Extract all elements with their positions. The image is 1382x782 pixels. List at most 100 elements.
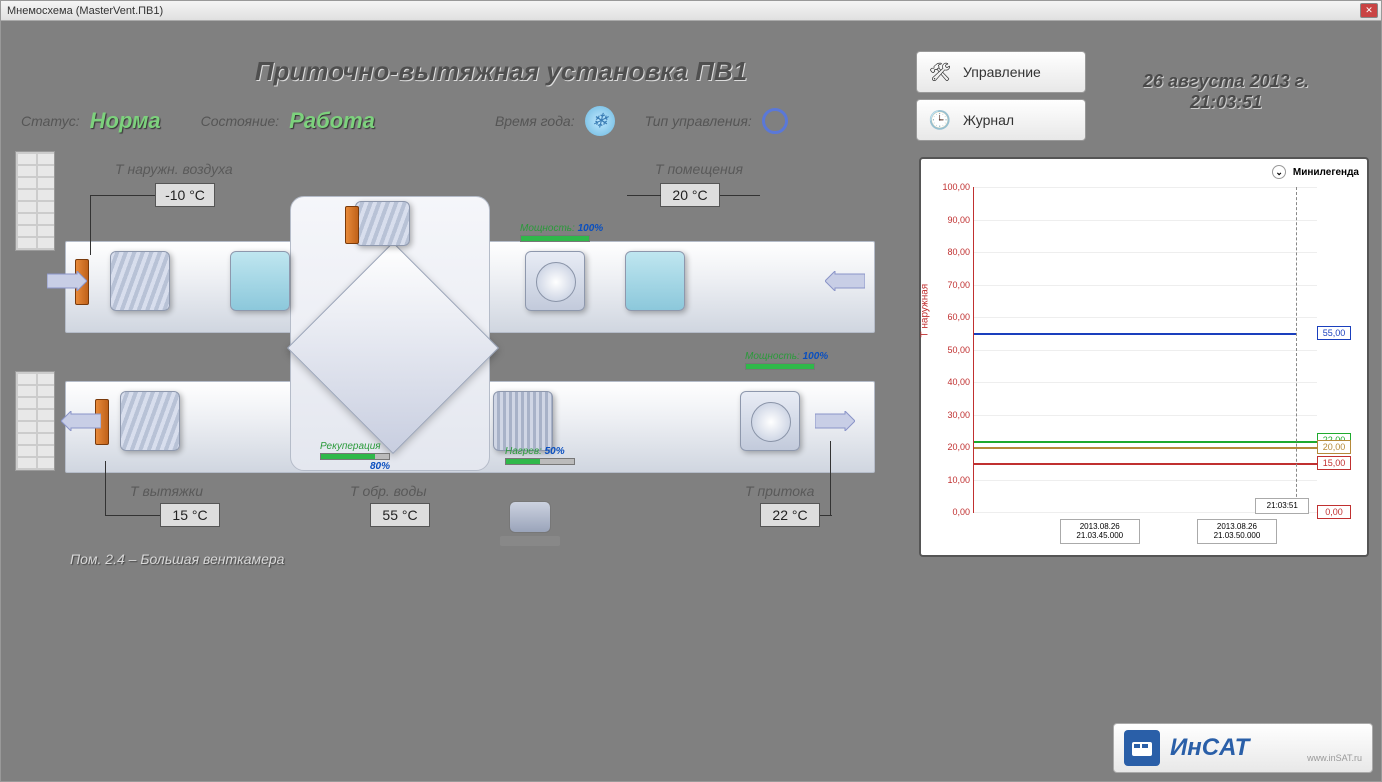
y-tick-label: 30,00 [934, 410, 974, 420]
heat-label: Нагрев: 50% [505, 446, 565, 457]
gridline [974, 317, 1317, 318]
arrow-right-icon [815, 411, 855, 431]
y-tick-label: 80,00 [934, 247, 974, 257]
control-type-label: Тип управления: [645, 113, 752, 129]
state-label: Состояние: [201, 113, 280, 129]
series-line [974, 441, 1317, 443]
wall-segment [15, 151, 55, 251]
gridline [974, 187, 1317, 188]
gridline [974, 415, 1317, 416]
outdoor-temp-value[interactable]: -10 °C [155, 183, 215, 207]
wall-segment [15, 371, 55, 471]
sensor-connector [830, 441, 831, 516]
gridline [974, 252, 1317, 253]
time-cursor-label: 21:03:51 [1255, 498, 1309, 514]
y-tick-label: 10,00 [934, 475, 974, 485]
exhaust-temp-label: Т вытяжки [130, 483, 203, 499]
gridline [974, 220, 1317, 221]
gridline [974, 285, 1317, 286]
y-tick-label: 100,00 [934, 182, 974, 192]
series-line [974, 333, 1296, 335]
x-tick-label: 2013.08.2621.03.45.000 [1060, 519, 1140, 544]
logo-url: www.inSAT.ru [1307, 753, 1362, 763]
journal-button[interactable]: 🕒 Журнал [916, 99, 1086, 141]
supply-fan-icon [525, 251, 585, 311]
gridline [974, 480, 1317, 481]
series-value-tag: 15,00 [1317, 456, 1351, 470]
trend-chart-panel: ⌄ Минилегенда Т наружная 0,0010,0020,003… [919, 157, 1369, 557]
room-temp-value[interactable]: 20 °C [660, 183, 720, 207]
time-cursor-line [1296, 187, 1297, 512]
gridline [974, 350, 1317, 351]
x-tick-label: 2013.08.2621.03.50.000 [1197, 519, 1277, 544]
status-value: Норма [90, 108, 161, 134]
y-tick-label: 0,00 [934, 507, 974, 517]
status-row: Статус: Норма Состояние: Работа Время го… [21, 106, 788, 136]
date-text: 26 августа 2013 г. [1101, 71, 1351, 92]
manage-button-label: Управление [963, 64, 1041, 80]
window-frame: Мнемосхема (MasterVent.ПВ1) ✕ Приточно-в… [0, 0, 1382, 782]
title-bar: Мнемосхема (MasterVent.ПВ1) ✕ [1, 1, 1381, 21]
filter-icon [120, 391, 180, 451]
supply-temp-value[interactable]: 22 °C [760, 503, 820, 527]
recup-bar [320, 453, 390, 460]
button-panel: 🛠 Управление 🕒 Журнал [916, 51, 1086, 141]
recup-value: 80% [370, 461, 390, 472]
sensor-connector [720, 195, 760, 196]
app-body: Приточно-вытяжная установка ПВ1 Статус: … [1, 21, 1381, 781]
logo-brand: ИнCAT [1170, 734, 1249, 762]
sensor-connector [105, 461, 106, 516]
arrow-right-icon [47, 271, 87, 291]
supply-temp-label: Т притока [745, 483, 814, 499]
chart-plot-area[interactable]: 0,0010,0020,0030,0040,0050,0060,0070,008… [973, 187, 1317, 513]
page-title: Приточно-вытяжная установка ПВ1 [201, 56, 801, 87]
power1-label: Мощность: 100% [520, 223, 603, 234]
power2-bar [745, 363, 815, 370]
manage-button[interactable]: 🛠 Управление [916, 51, 1086, 93]
heating-coil-icon [493, 391, 553, 451]
arrow-left-icon [825, 271, 865, 291]
damper-icon [345, 206, 359, 244]
cooling-coil-icon [230, 251, 290, 311]
journal-button-label: Журнал [963, 112, 1014, 128]
room-temp-label: Т помещения [655, 161, 743, 177]
y-tick-label: 70,00 [934, 280, 974, 290]
chevron-down-icon[interactable]: ⌄ [1272, 165, 1286, 179]
datetime-display: 26 августа 2013 г. 21:03:51 [1101, 71, 1351, 113]
y-tick-label: 50,00 [934, 345, 974, 355]
time-text: 21:03:51 [1101, 92, 1351, 113]
series-value-tag: 55,00 [1317, 326, 1351, 340]
state-value: Работа [289, 108, 375, 134]
return-water-temp-label: Т обр. воды [350, 483, 427, 499]
y-tick-label: 20,00 [934, 442, 974, 452]
room-caption: Пом. 2.4 – Большая венткамера [70, 551, 284, 567]
close-button[interactable]: ✕ [1360, 3, 1378, 18]
tools-icon: 🛠 [927, 59, 953, 85]
gridline [974, 382, 1317, 383]
sensor-connector [105, 515, 160, 516]
series-line [974, 463, 1317, 465]
arrow-left-icon [61, 411, 101, 431]
pump-icon [495, 491, 565, 546]
sensor-connector [820, 515, 832, 516]
legend-header[interactable]: ⌄ Минилегенда [1272, 165, 1359, 179]
y-tick-label: 90,00 [934, 215, 974, 225]
y-tick-label: 60,00 [934, 312, 974, 322]
exhaust-fan-icon [740, 391, 800, 451]
cooling-coil-icon [625, 251, 685, 311]
window-title: Мнемосхема (MasterVent.ПВ1) [7, 5, 163, 17]
series-value-tag: 0,00 [1317, 505, 1351, 519]
legend-header-label: Минилегенда [1293, 167, 1359, 178]
series-line [974, 447, 1317, 449]
y-axis-title: Т наружная [920, 284, 931, 338]
logo-icon [1124, 730, 1160, 766]
status-label: Статус: [21, 113, 80, 129]
power2-label: Мощность: 100% [745, 351, 828, 362]
y-tick-label: 40,00 [934, 377, 974, 387]
exhaust-temp-value[interactable]: 15 °C [160, 503, 220, 527]
vendor-logo[interactable]: ИнCAT www.inSAT.ru [1113, 723, 1373, 773]
return-water-temp-value[interactable]: 55 °C [370, 503, 430, 527]
control-type-indicator [762, 108, 788, 134]
outdoor-temp-label: Т наружн. воздуха [115, 161, 233, 177]
filter-icon [110, 251, 170, 311]
